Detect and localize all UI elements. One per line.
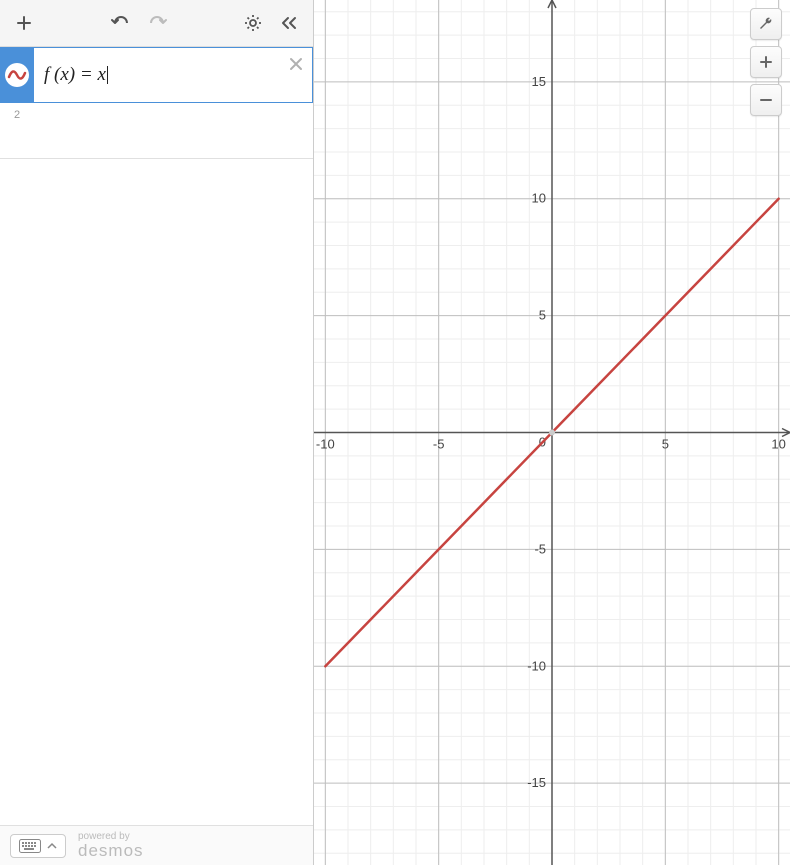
expression-list: f (x) = x 2	[0, 47, 313, 825]
svg-text:-10: -10	[527, 658, 546, 673]
svg-text:-10: -10	[316, 437, 335, 452]
redo-button[interactable]	[141, 7, 173, 39]
chevron-double-left-icon	[280, 15, 298, 31]
graph-settings-button[interactable]	[750, 8, 782, 40]
svg-text:5: 5	[662, 437, 669, 452]
zoom-in-button[interactable]	[750, 46, 782, 78]
add-expression-button[interactable]	[8, 7, 40, 39]
plus-icon	[759, 55, 773, 69]
app-root: f (x) = x 2 powered by desmos	[0, 0, 790, 865]
wrench-icon	[758, 16, 774, 32]
expression-index: 2	[0, 103, 34, 158]
expression-index-label: 2	[14, 109, 20, 121]
expression-input[interactable]: f (x) = x	[34, 47, 313, 102]
wave-icon	[7, 65, 27, 85]
sidebar-footer: powered by desmos	[0, 825, 313, 865]
expression-color-badge[interactable]	[0, 47, 34, 102]
powered-by: powered by desmos	[78, 832, 144, 859]
redo-icon	[147, 15, 167, 31]
gear-icon	[244, 14, 262, 32]
svg-text:5: 5	[539, 308, 546, 323]
keyboard-toggle-button[interactable]	[10, 834, 66, 858]
svg-text:-5: -5	[433, 437, 445, 452]
svg-text:15: 15	[532, 74, 546, 89]
svg-text:-5: -5	[534, 541, 546, 556]
collapse-sidebar-button[interactable]	[273, 7, 305, 39]
minus-icon	[759, 93, 773, 107]
undo-icon	[111, 15, 131, 31]
svg-text:10: 10	[532, 191, 546, 206]
plus-icon	[16, 15, 32, 31]
expression-toolbar	[0, 0, 313, 47]
expression-input-empty[interactable]	[34, 103, 313, 158]
expression-row-empty[interactable]: 2	[0, 103, 313, 159]
graph-canvas[interactable]: -10-5510-15-10-5510150	[314, 0, 790, 865]
graph-controls	[750, 8, 782, 116]
expression-row[interactable]: f (x) = x	[0, 47, 313, 103]
chevron-up-icon	[47, 842, 57, 850]
settings-button[interactable]	[237, 7, 269, 39]
text-cursor	[107, 66, 108, 84]
brand-label: desmos	[78, 842, 144, 859]
close-icon	[289, 57, 303, 71]
zoom-out-button[interactable]	[750, 84, 782, 116]
svg-text:10: 10	[771, 437, 785, 452]
sidebar: f (x) = x 2 powered by desmos	[0, 0, 314, 865]
delete-expression-button[interactable]	[285, 53, 307, 75]
svg-text:-15: -15	[527, 775, 546, 790]
keyboard-icon	[19, 839, 41, 853]
graph-area[interactable]: -10-5510-15-10-5510150	[314, 0, 790, 865]
undo-button[interactable]	[105, 7, 137, 39]
expression-formula: f (x) = x	[44, 64, 106, 86]
